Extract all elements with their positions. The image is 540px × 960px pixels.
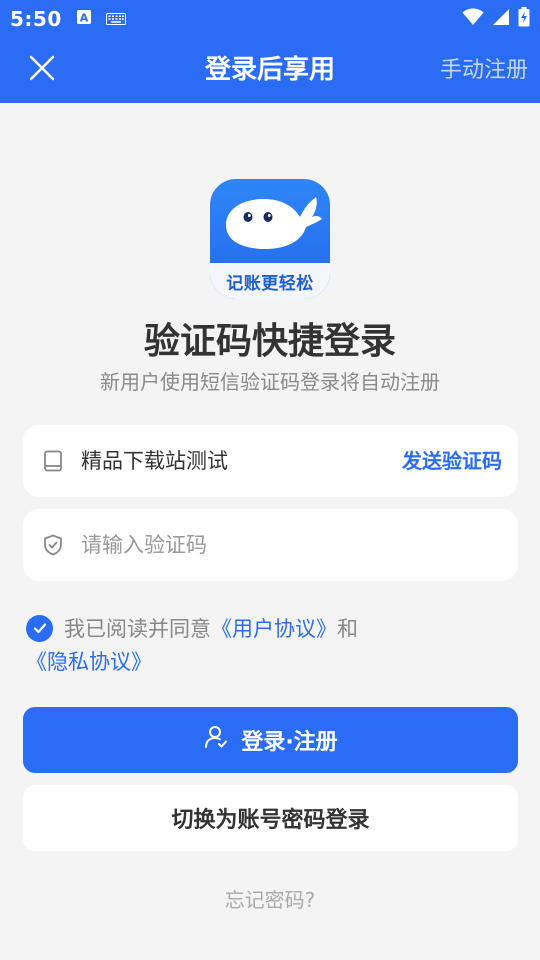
login-subtitle: 新用户使用短信验证码登录将自动注册: [100, 370, 440, 394]
login-register-button[interactable]: 登录·注册: [23, 707, 518, 773]
battery-icon: [518, 7, 530, 31]
agreement-prefix: 我已阅读并同意: [64, 617, 211, 641]
whale-icon: [226, 197, 322, 249]
app-logo: 记账更轻松: [210, 179, 330, 299]
nav-bar: 登录后享用 手动注册: [0, 38, 540, 103]
check-icon: [32, 612, 48, 646]
keyboard-icon: [105, 10, 126, 29]
switch-password-login-button[interactable]: 切换为账号密码登录: [23, 785, 518, 851]
status-time: 5:50: [10, 7, 62, 31]
app-logo-caption: 记账更轻松: [210, 263, 330, 299]
manual-register-link[interactable]: 手动注册: [440, 38, 528, 103]
close-icon: [29, 55, 55, 85]
login-title: 验证码快捷登录: [143, 321, 396, 362]
code-field[interactable]: 请输入验证码: [23, 509, 518, 581]
phone-icon: [41, 449, 65, 473]
close-button[interactable]: [24, 52, 60, 88]
privacy-agreement-link[interactable]: 《隐私协议》: [26, 650, 152, 674]
agreement-and: 和: [337, 617, 358, 641]
shield-check-icon: [41, 533, 65, 557]
svg-text:A: A: [79, 12, 88, 25]
user-icon: [203, 724, 229, 756]
login-register-label: 登录·注册: [241, 730, 338, 755]
signal-icon: [492, 8, 510, 30]
wifi-icon: [462, 8, 484, 30]
keyboard-a-icon: A: [76, 9, 92, 29]
send-code-button[interactable]: 发送验证码: [402, 425, 502, 497]
status-bar: 5:50 A: [0, 0, 540, 38]
phone-input[interactable]: 精品下载站测试: [81, 425, 228, 497]
code-input[interactable]: 请输入验证码: [81, 509, 207, 581]
user-agreement-link[interactable]: 《用户协议》: [211, 617, 337, 641]
app-header: 5:50 A 登录后享用 手动注册: [0, 0, 540, 103]
phone-field[interactable]: 精品下载站测试 发送验证码: [23, 425, 518, 497]
forgot-password-link[interactable]: 忘记密码?: [0, 884, 540, 913]
agreement-checkbox[interactable]: [26, 615, 53, 642]
